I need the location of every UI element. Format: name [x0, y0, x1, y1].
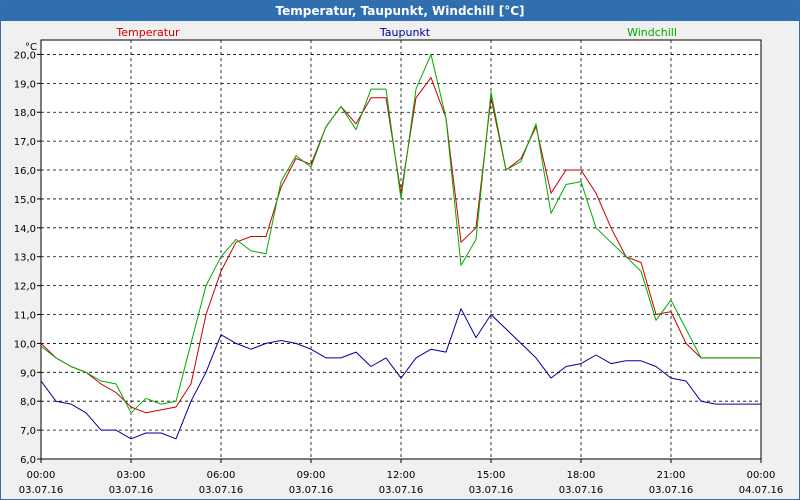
y-tick-label: 8,0: [20, 397, 36, 408]
y-tick-label: 10,0: [14, 339, 36, 350]
y-tick-label: 19,0: [14, 79, 36, 90]
x-axis-ticks: 00:00 03.07.16 03:00 03.07.16 06:00 03.07.16 0…: [19, 459, 784, 496]
x-tick-time: 15:00: [477, 470, 506, 481]
y-tick-label: 14,0: [14, 224, 36, 235]
x-tick-date: 03.07.16: [109, 485, 154, 496]
y-tick-label: 9,0: [20, 368, 36, 379]
x-tick-date: 03.07.16: [19, 485, 64, 496]
y-tick-label: 7,0: [20, 426, 36, 437]
x-tick-date: 03.07.16: [289, 485, 334, 496]
y-tick-label: 15,0: [14, 195, 36, 206]
x-tick-date: 03.07.16: [559, 485, 604, 496]
y-tick-label: 13,0: [14, 253, 36, 264]
x-tick-time: 21:00: [657, 470, 686, 481]
x-tick-time: 06:00: [207, 470, 236, 481]
y-tick-label: 11,0: [14, 311, 36, 322]
y-axis-unit: °C: [25, 42, 37, 53]
y-tick-label: 17,0: [14, 137, 36, 148]
x-tick-date: 03.07.16: [469, 485, 514, 496]
x-tick-time: 00:00: [27, 470, 56, 481]
y-tick-label: 6,0: [20, 455, 36, 466]
x-tick-date: 04.07.16: [739, 485, 784, 496]
x-tick-date: 03.07.16: [649, 485, 694, 496]
x-tick-time: 00:00: [747, 470, 776, 481]
line-chart: 6,0 7,0 8,0 9,0 10,0 11,0 12,0 13,0 14,0 15,0 16,0…: [14, 26, 784, 496]
x-tick-time: 03:00: [117, 470, 146, 481]
x-tick-time: 12:00: [387, 470, 416, 481]
y-tick-label: 16,0: [14, 166, 36, 177]
y-tick-label: 18,0: [14, 108, 36, 119]
legend-taupunkt: Taupunkt: [379, 26, 431, 39]
legend-windchill: Windchill: [627, 26, 677, 39]
x-tick-time: 09:00: [297, 470, 326, 481]
y-tick-label: 12,0: [14, 282, 36, 293]
y-axis-ticks: 6,0 7,0 8,0 9,0 10,0 11,0 12,0 13,0 14,0 15,0 16,0…: [14, 50, 41, 466]
legend-temperatur: Temperatur: [115, 26, 180, 39]
x-tick-date: 03.07.16: [379, 485, 424, 496]
x-tick-date: 03.07.16: [199, 485, 244, 496]
x-tick-time: 18:00: [567, 470, 596, 481]
